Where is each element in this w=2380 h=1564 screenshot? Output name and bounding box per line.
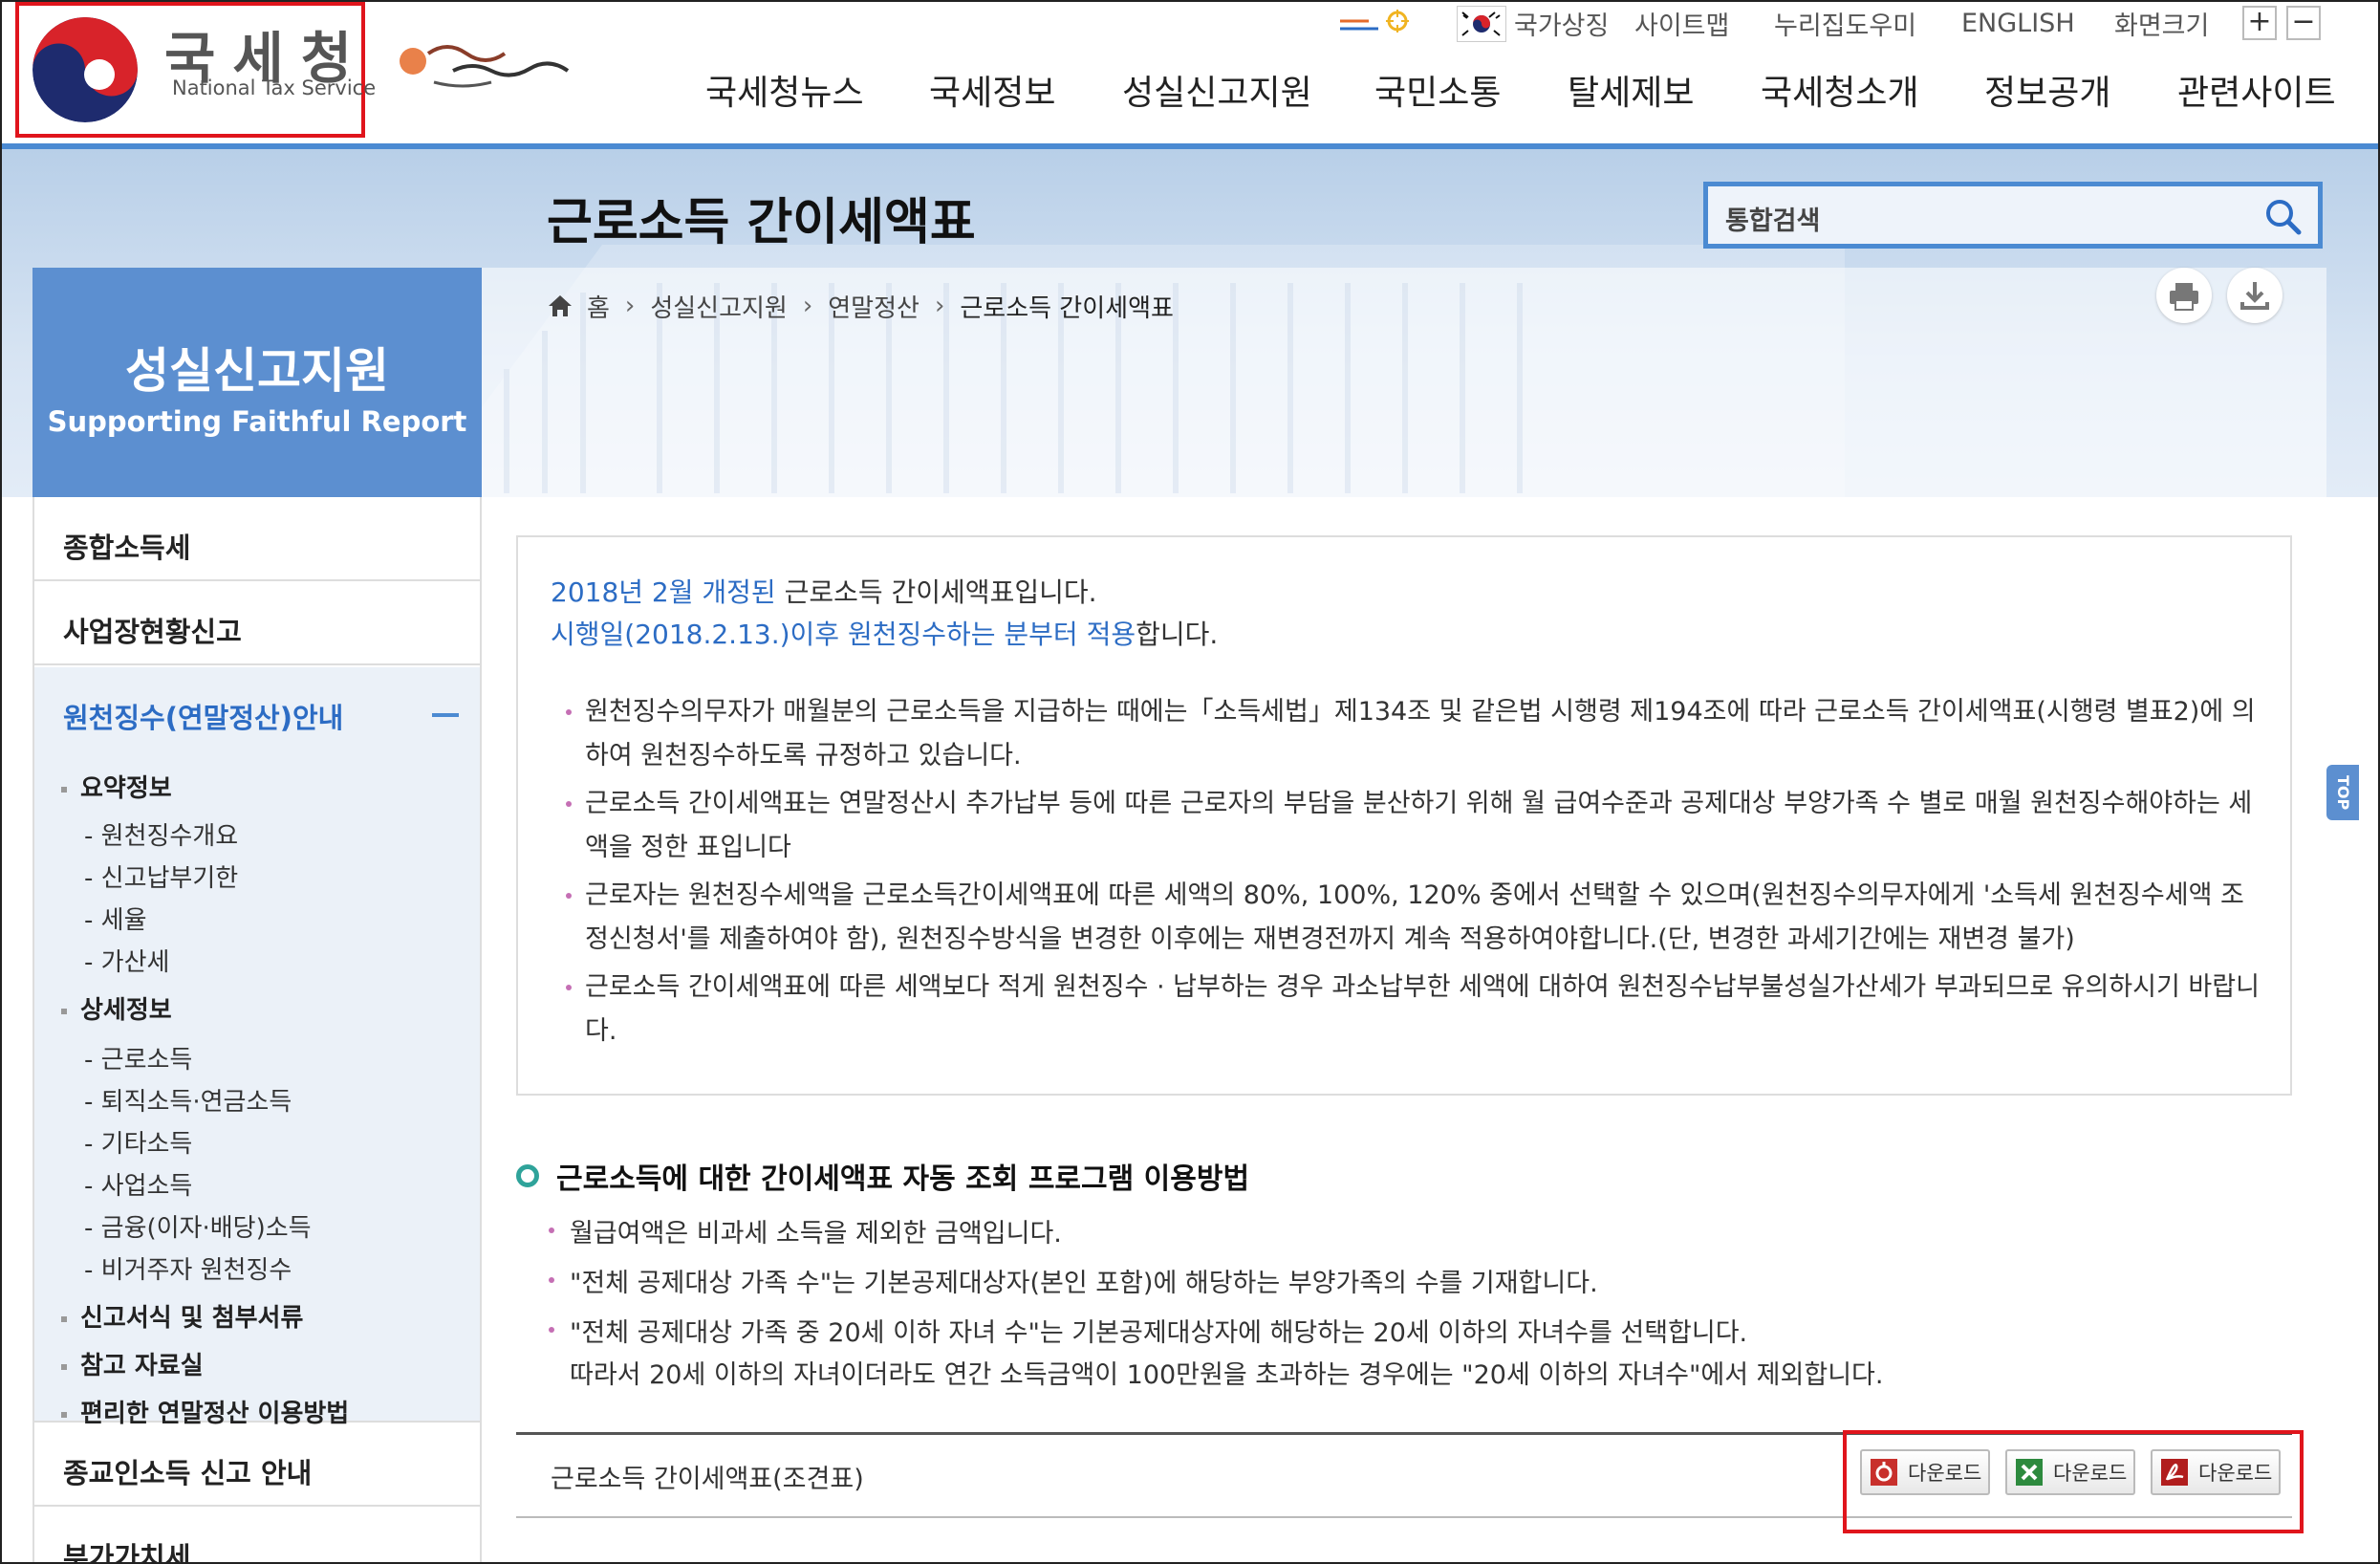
download-icon (2240, 282, 2269, 310)
gnb-item-about[interactable]: 국세청소개 (1761, 65, 1919, 115)
program-bullet-1: 월급여액은 비과세 소득을 제외한 금액입니다. (549, 1212, 1062, 1249)
bullet-icon (549, 1227, 554, 1233)
print-icon (2170, 283, 2198, 311)
breadcrumb-faithful-report[interactable]: 성실신고지원 (650, 289, 788, 324)
section-bullet-icon (516, 1164, 539, 1187)
logo-name-en: National Tax Service (172, 76, 377, 99)
page-title: 근로소득 간이세액표 (547, 194, 976, 251)
bullet-icon (566, 709, 572, 715)
gnb-item-faithful-report[interactable]: 성실신고지원 (1122, 65, 1312, 115)
site-header: 국세청 National Tax Service 국가상징 사이트맵 누리집도우… (0, 0, 2380, 149)
sidebar-group-detail[interactable]: 상세정보 (61, 990, 172, 1026)
sidebar-link-overview[interactable]: - 원천징수개요 (84, 816, 238, 852)
national-symbol-link[interactable]: 국가상징 (1514, 4, 1609, 42)
intro-line-2: 시행일(2018.2.13.)이후 원천징수하는 분부터 적용합니다. (551, 619, 1219, 650)
bullet-icon (549, 1327, 554, 1333)
korea-flag-icon (1457, 6, 1506, 42)
program-bullet-2: "전체 공제대상 가족 수"는 기본공제대상자(본인 포함)에 해당하는 부양가… (549, 1262, 1598, 1299)
chevron-right-icon: › (934, 292, 945, 320)
collapse-icon[interactable] (432, 713, 459, 717)
print-button[interactable] (2156, 268, 2212, 323)
bullet-icon (566, 985, 572, 990)
sidebar-link-tax-rate[interactable]: - 세율 (84, 901, 147, 936)
sidebar-group-reference[interactable]: 참고 자료실 (61, 1346, 204, 1381)
sidebar-link-other-income[interactable]: - 기타소득 (84, 1124, 192, 1160)
bullet-icon (61, 1363, 67, 1370)
font-size-label: 화면크기 (2114, 11, 2210, 41)
gnb-item-tax-info[interactable]: 국세정보 (929, 65, 1055, 115)
sidebar-group-summary[interactable]: 요약정보 (61, 769, 172, 804)
program-bullet-3: "전체 공제대상 가족 중 20세 이하 자녀 수"는 기본공제대상자에 해당하… (549, 1312, 1747, 1349)
scroll-top-button[interactable]: TOP (2326, 765, 2359, 820)
section-title: 근로소득에 대한 간이세액표 자동 조회 프로그램 이용방법 (516, 1155, 1249, 1197)
intro-bullet-2: 근로소득 간이세액표는 연말정산시 추가납부 등에 따른 근로자의 부담을 분산… (566, 782, 2263, 870)
nuri-helper-link[interactable]: 누리집도우미 (1774, 4, 1916, 42)
bullet-icon (61, 786, 67, 793)
search-icon[interactable] (2262, 196, 2304, 238)
download-row-label: 근로소득 간이세액표(조견표) (551, 1465, 864, 1494)
download-page-button[interactable] (2227, 268, 2283, 323)
sidebar-section-withholding: 원천징수(연말정산)안내 요약정보 - 원천징수개요 - 신고납부기한 - 세율… (34, 667, 480, 1428)
intro-box: 2018년 2월 개정된 근로소득 간이세액표입니다. 시행일(2018.2.1… (516, 535, 2292, 1096)
intro-line-1: 2018년 2월 개정된 근로소득 간이세액표입니다. (551, 576, 1097, 608)
download-highlight-box (1843, 1430, 2304, 1533)
intro-bullet-3: 근로자는 원천징수세액을 근로소득간이세액표에 따른 세액의 80%, 100%… (566, 874, 2263, 962)
home-icon[interactable] (547, 293, 573, 319)
sitemap-link[interactable]: 사이트맵 (1634, 4, 1729, 42)
site-logo[interactable]: 국세청 National Tax Service (15, 2, 376, 138)
breadcrumb-year-end[interactable]: 연말정산 (828, 289, 920, 324)
sidebar-link-penalty[interactable]: - 가산세 (84, 943, 169, 978)
gnb-item-news[interactable]: 국세청뉴스 (705, 65, 864, 115)
search-label: 통합검색 (1725, 206, 1821, 236)
sidebar-item-business-status[interactable]: 사업장현황신고 (34, 581, 480, 665)
sidebar-link-deadline[interactable]: - 신고납부기한 (84, 858, 238, 894)
sidebar-group-forms[interactable]: 신고서식 및 첨부서류 (61, 1298, 303, 1334)
sidebar-link-non-resident[interactable]: - 비거주자 원천징수 (84, 1250, 292, 1286)
sidebar: 종합소득세 사업장현황신고 원천징수(연말정산)안내 요약정보 - 원천징수개요… (32, 497, 482, 1564)
intro-bullet-1: 원천징수의무자가 매월분의 근로소득을 지급하는 때에는「소득세법」제134조 … (566, 690, 2263, 778)
sidebar-link-financial-income[interactable]: - 금융(이자·배당)소득 (84, 1208, 312, 1244)
zoom-out-button[interactable]: − (2286, 6, 2321, 40)
sidebar-link-business-income[interactable]: - 사업소득 (84, 1166, 192, 1202)
bullet-icon (61, 1315, 67, 1322)
program-note: 따라서 20세 이하의 자녀이더라도 연간 소득금액이 100만원을 초과하는 … (570, 1360, 1884, 1390)
taeguk-icon (32, 17, 138, 122)
sidebar-item-global-income-tax[interactable]: 종합소득세 (34, 497, 480, 581)
breadcrumb-current: 근로소득 간이세액표 (960, 293, 1174, 323)
slogan-logo (396, 33, 587, 99)
gnb-item-disclosure[interactable]: 정보공개 (1984, 65, 2110, 115)
bullet-icon (566, 893, 572, 899)
zoom-in-button[interactable]: + (2242, 6, 2277, 40)
bullet-icon (61, 1411, 67, 1418)
english-link[interactable]: ENGLISH (1961, 4, 2075, 42)
sidebar-link-retirement-income[interactable]: - 퇴직소득·연금소득 (84, 1082, 292, 1118)
bullet-icon (549, 1277, 554, 1283)
sidebar-item-religious-income[interactable]: 종교인소득 신고 안내 (34, 1423, 480, 1507)
breadcrumb-home[interactable]: 홈 (587, 289, 610, 324)
sidebar-link-earned-income[interactable]: - 근로소득 (84, 1040, 192, 1075)
lnb-title-ko: 성실신고지원 (125, 343, 389, 399)
chevron-right-icon: › (802, 292, 813, 320)
lnb-header: 성실신고지원 Supporting Faithful Report (32, 268, 482, 497)
chevron-right-icon: › (624, 292, 636, 320)
gov-innovation-badge[interactable] (1334, 6, 1413, 40)
breadcrumb: 홈 › 성실신고지원 › 연말정산 › 근로소득 간이세액표 (547, 287, 1174, 325)
bullet-icon (566, 801, 572, 807)
bullet-icon (61, 1008, 67, 1014)
lnb-title-en: Supporting Faithful Report (47, 405, 467, 438)
gnb-item-communication[interactable]: 국민소통 (1374, 65, 1501, 115)
sidebar-item-vat[interactable]: 부가가치세 (34, 1507, 480, 1564)
gnb-item-related-sites[interactable]: 관련사이트 (2177, 65, 2336, 115)
gnb-item-tax-evasion-report[interactable]: 탈세제보 (1568, 65, 1694, 115)
intro-bullet-4: 근로소득 간이세액표에 따른 세액보다 적게 원천징수 · 납부하는 경우 과소… (566, 966, 2263, 1054)
integrated-search-input[interactable]: 통합검색 (1703, 182, 2323, 249)
sidebar-item-withholding[interactable]: 원천징수(연말정산)안내 (63, 696, 343, 736)
